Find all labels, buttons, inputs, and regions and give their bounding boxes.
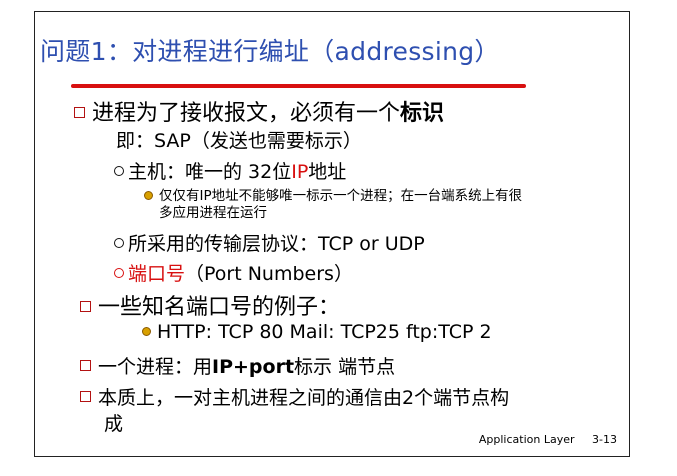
footer-label: Application Layer	[478, 433, 575, 446]
slide-footer: Application Layer 3-13	[479, 433, 617, 446]
bullet-4-line-1: 本质上，一对主机进程之间的通信由2个端节点构	[98, 387, 510, 409]
circle-bullet-icon	[114, 237, 124, 248]
bullet-3-bold: IP+port	[212, 356, 295, 378]
bullet-2: 一些知名端口号的例子：	[80, 289, 340, 321]
host-suffix: 地址	[308, 161, 347, 183]
title-close: ）	[474, 37, 500, 66]
circle-bullet-icon	[114, 267, 124, 278]
bullet-1-text: 进程为了接收报文，必须有一个	[92, 101, 401, 126]
host-prefix: 主机：唯一的 32位	[128, 161, 292, 183]
title-colon-text: ：对进程进行编址（	[106, 37, 335, 66]
example-text: HTTP: TCP 80 Mail: TCP25 ftp:TCP 2	[157, 321, 492, 343]
protocol-text: 所采用的传输层协议：TCP or UDP	[128, 233, 425, 255]
host-ip: IP	[291, 161, 309, 183]
square-bullet-icon	[80, 391, 91, 402]
host-note-line-2: 多应用进程在运行	[159, 205, 267, 221]
bullet-2-example: HTTP: TCP 80 Mail: TCP25 ftp:TCP 2	[142, 321, 492, 343]
bullet-1-strong: 标识	[400, 101, 445, 126]
bullet-1-port: 端口号（Port Numbers）	[114, 259, 353, 286]
port-rest: （Port Numbers）	[185, 263, 353, 285]
title-prefix: 问题	[40, 37, 91, 66]
square-bullet-icon	[80, 300, 91, 312]
bullet-4-line-2: 成	[104, 413, 124, 435]
small-bullet-icon	[144, 190, 153, 200]
slide-title: 问题1：对进程进行编址（addressing）	[40, 32, 500, 68]
title-latin: addressing	[334, 37, 475, 66]
bullet-1: 进程为了接收报文，必须有一个标识	[74, 95, 444, 127]
host-note-line-1: 仅仅有IP地址不能够唯一标示一个进程；在一台端系统上有很	[159, 188, 523, 204]
title-number: 1	[90, 37, 107, 66]
port-red: 端口号	[128, 263, 186, 285]
square-bullet-icon	[74, 106, 85, 118]
bullet-1-host: 主机：唯一的 32位IP地址	[114, 157, 346, 184]
bullet-3-rest: 标示 端节点	[294, 356, 396, 378]
footer-page: 3-13	[592, 433, 617, 446]
bullet-1-protocol: 所采用的传输层协议：TCP or UDP	[114, 229, 425, 256]
bullet-4: 本质上，一对主机进程之间的通信由2个端节点构	[80, 383, 509, 410]
bullet-3-text: 一个进程：用	[98, 356, 213, 378]
bullet-3: 一个进程：用IP+port标示 端节点	[80, 352, 395, 379]
host-note: 仅仅有IP地址不能够唯一标示一个进程；在一台端系统上有很 多应用进程在运行	[144, 188, 522, 222]
bullet-1-sap: 即：SAP（发送也需要标示）	[116, 130, 362, 152]
title-underline	[71, 84, 526, 88]
bullet-2-text: 一些知名端口号的例子：	[98, 295, 341, 320]
circle-bullet-icon	[114, 165, 124, 176]
square-bullet-icon	[80, 360, 91, 371]
small-bullet-icon	[142, 327, 151, 336]
